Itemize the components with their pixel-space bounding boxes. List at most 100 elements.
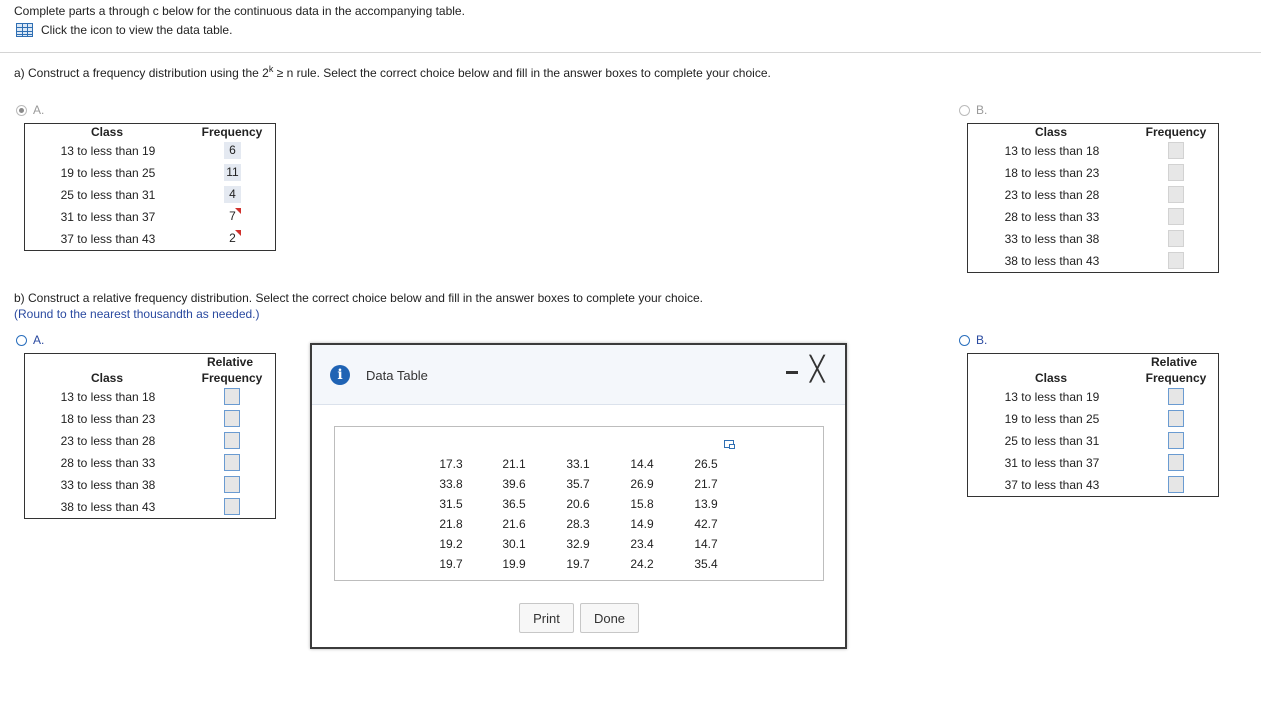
frequency-input[interactable] <box>1168 230 1184 247</box>
data-cell: 42.7 <box>694 517 718 531</box>
copy-icon[interactable] <box>724 440 735 449</box>
view-data-table-link[interactable]: Click the icon to view the data table. <box>16 23 232 37</box>
data-values-panel: 17.3 21.1 33.1 14.4 26.5 33.8 39.6 35.7 … <box>334 426 824 581</box>
print-button[interactable]: Print <box>519 603 574 633</box>
relative-frequency-input[interactable] <box>224 388 240 405</box>
frequency-header: Frequency <box>1145 125 1207 139</box>
class-cell: 13 to less than 18 <box>1004 144 1100 158</box>
frequency-answer[interactable]: 2 <box>224 230 241 247</box>
class-header: Class <box>90 125 124 139</box>
data-cell: 17.3 <box>439 457 463 471</box>
class-cell: 13 to less than 19 <box>1004 390 1100 404</box>
relative-frequency-input[interactable] <box>224 476 240 493</box>
frequency-header: Frequency <box>201 371 263 385</box>
data-table-icon[interactable] <box>16 23 33 37</box>
class-cell: 19 to less than 25 <box>1004 412 1100 426</box>
class-cell: 25 to less than 31 <box>60 188 156 202</box>
data-cell: 31.5 <box>439 497 463 511</box>
frequency-header: Frequency <box>1145 371 1207 385</box>
frequency-input[interactable] <box>1168 252 1184 269</box>
data-table-dialog: i Data Table ╳ 17.3 21.1 33.1 14.4 26.5 … <box>310 343 847 649</box>
rounding-note: (Round to the nearest thousandth as need… <box>14 307 260 321</box>
data-cell: 28.3 <box>566 517 590 531</box>
frequency-header: Frequency <box>201 125 263 139</box>
class-cell: 28 to less than 33 <box>60 456 156 470</box>
frequency-input[interactable] <box>1168 142 1184 159</box>
view-data-table-text[interactable]: Click the icon to view the data table. <box>41 23 232 37</box>
part-b-option-a-table: Class Relative Frequency 13 to less than… <box>24 353 276 519</box>
class-cell: 31 to less than 37 <box>60 210 156 224</box>
part-a-question: a) Construct a frequency distribution us… <box>14 64 771 80</box>
relative-frequency-input[interactable] <box>1168 454 1184 471</box>
part-a-option-b-radio[interactable]: B. <box>959 103 987 117</box>
data-cell: 19.7 <box>439 557 463 571</box>
data-cell: 21.7 <box>694 477 718 491</box>
frequency-answer[interactable]: 6 <box>224 142 241 159</box>
class-cell: 37 to less than 43 <box>60 232 156 246</box>
relative-frequency-input[interactable] <box>224 432 240 449</box>
class-cell: 33 to less than 38 <box>1004 232 1100 246</box>
relative-frequency-input[interactable] <box>1168 476 1184 493</box>
part-a-option-a-radio[interactable]: A. <box>16 103 44 117</box>
frequency-answer[interactable]: 11 <box>224 164 241 181</box>
class-cell: 33 to less than 38 <box>60 478 156 492</box>
class-cell: 18 to less than 23 <box>1004 166 1100 180</box>
part-a-option-a-table: Class Frequency 13 to less than 19 6 19 … <box>24 123 276 251</box>
class-header: Class <box>90 371 124 385</box>
data-cell: 15.8 <box>630 497 654 511</box>
data-cell: 21.1 <box>502 457 526 471</box>
class-cell: 18 to less than 23 <box>60 412 156 426</box>
class-header: Class <box>1034 371 1068 385</box>
class-cell: 23 to less than 28 <box>60 434 156 448</box>
relative-frequency-input[interactable] <box>224 410 240 427</box>
frequency-input[interactable] <box>1168 164 1184 181</box>
frequency-input[interactable] <box>1168 208 1184 225</box>
class-cell: 23 to less than 28 <box>1004 188 1100 202</box>
minimize-icon[interactable] <box>785 364 799 378</box>
relative-frequency-input[interactable] <box>1168 410 1184 427</box>
radio-unselected-icon[interactable] <box>959 104 970 116</box>
class-cell: 13 to less than 18 <box>60 390 156 404</box>
part-b-option-a-radio[interactable]: A. <box>16 333 44 347</box>
frequency-answer[interactable]: 7 <box>224 208 241 225</box>
relative-header: Relative <box>206 355 254 369</box>
data-cell: 23.4 <box>630 537 654 551</box>
data-cell: 32.9 <box>566 537 590 551</box>
data-cell: 21.8 <box>439 517 463 531</box>
data-cell: 26.9 <box>630 477 654 491</box>
data-cell: 14.4 <box>630 457 654 471</box>
frequency-answer[interactable]: 4 <box>224 186 241 203</box>
data-cell: 14.7 <box>694 537 718 551</box>
radio-unselected-icon[interactable] <box>959 334 970 346</box>
data-cell: 30.1 <box>502 537 526 551</box>
radio-unselected-icon[interactable] <box>16 334 27 346</box>
data-cell: 19.2 <box>439 537 463 551</box>
data-cell: 35.7 <box>566 477 590 491</box>
data-cell: 39.6 <box>502 477 526 491</box>
part-b-question: b) Construct a relative frequency distri… <box>14 291 704 305</box>
data-cell: 21.6 <box>502 517 526 531</box>
part-a-option-b-table: Class Frequency 13 to less than 18 18 to… <box>967 123 1219 273</box>
data-cell: 20.6 <box>566 497 590 511</box>
data-cell: 24.2 <box>630 557 654 571</box>
relative-frequency-input[interactable] <box>1168 388 1184 405</box>
part-b-option-b-radio[interactable]: B. <box>959 333 987 347</box>
close-icon[interactable]: ╳ <box>810 357 824 381</box>
relative-frequency-input[interactable] <box>224 498 240 515</box>
done-button[interactable]: Done <box>580 603 639 633</box>
class-cell: 13 to less than 19 <box>60 144 156 158</box>
data-cell: 26.5 <box>694 457 718 471</box>
class-cell: 37 to less than 43 <box>1004 478 1100 492</box>
class-cell: 38 to less than 43 <box>1004 254 1100 268</box>
relative-frequency-input[interactable] <box>1168 432 1184 449</box>
data-cell: 19.7 <box>566 557 590 571</box>
class-cell: 28 to less than 33 <box>1004 210 1100 224</box>
radio-selected-icon[interactable] <box>16 104 27 116</box>
part-b-option-b-table: Class Relative Frequency 13 to less than… <box>967 353 1219 497</box>
data-cell: 14.9 <box>630 517 654 531</box>
relative-frequency-input[interactable] <box>224 454 240 471</box>
instructions-text: Complete parts a through c below for the… <box>14 4 465 18</box>
class-cell: 19 to less than 25 <box>60 166 156 180</box>
frequency-input[interactable] <box>1168 186 1184 203</box>
data-cell: 36.5 <box>502 497 526 511</box>
